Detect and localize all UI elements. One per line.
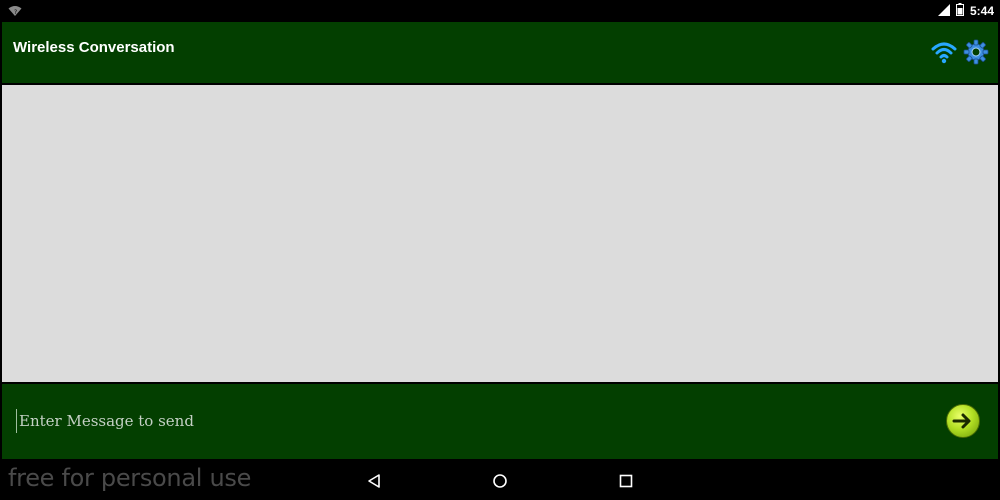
app-actions: [930, 37, 990, 67]
status-wifi-icon: ?: [8, 4, 22, 22]
settings-button[interactable]: [962, 37, 990, 67]
gear-icon: [963, 39, 989, 65]
app-title: Wireless Conversation: [13, 39, 175, 56]
recents-icon: [619, 474, 633, 488]
watermark-text: free for personal use: [8, 464, 252, 492]
app-screen: ? 5:44 Wireless Conversation Enter Messa…: [0, 0, 1000, 500]
wifi-button[interactable]: [930, 37, 958, 67]
home-button[interactable]: [489, 470, 511, 492]
back-icon: [368, 474, 380, 488]
back-button[interactable]: [363, 470, 385, 492]
signal-icon: [937, 3, 950, 19]
message-composer: [2, 384, 998, 459]
message-input[interactable]: [16, 409, 919, 433]
battery-icon: [955, 3, 964, 19]
wifi-icon: [931, 42, 957, 64]
recents-button[interactable]: [615, 470, 637, 492]
home-icon: [493, 474, 507, 488]
status-bar: ? 5:44: [0, 0, 1000, 21]
svg-text:?: ?: [14, 9, 17, 16]
app-bar: Wireless Conversation: [2, 22, 998, 83]
send-button[interactable]: [946, 404, 980, 438]
arrow-right-icon: [952, 413, 971, 429]
navigation-bar: free for personal use: [0, 460, 1000, 500]
status-right: 5:44: [937, 3, 994, 19]
conversation-area[interactable]: [2, 85, 998, 382]
status-time: 5:44: [969, 4, 994, 18]
